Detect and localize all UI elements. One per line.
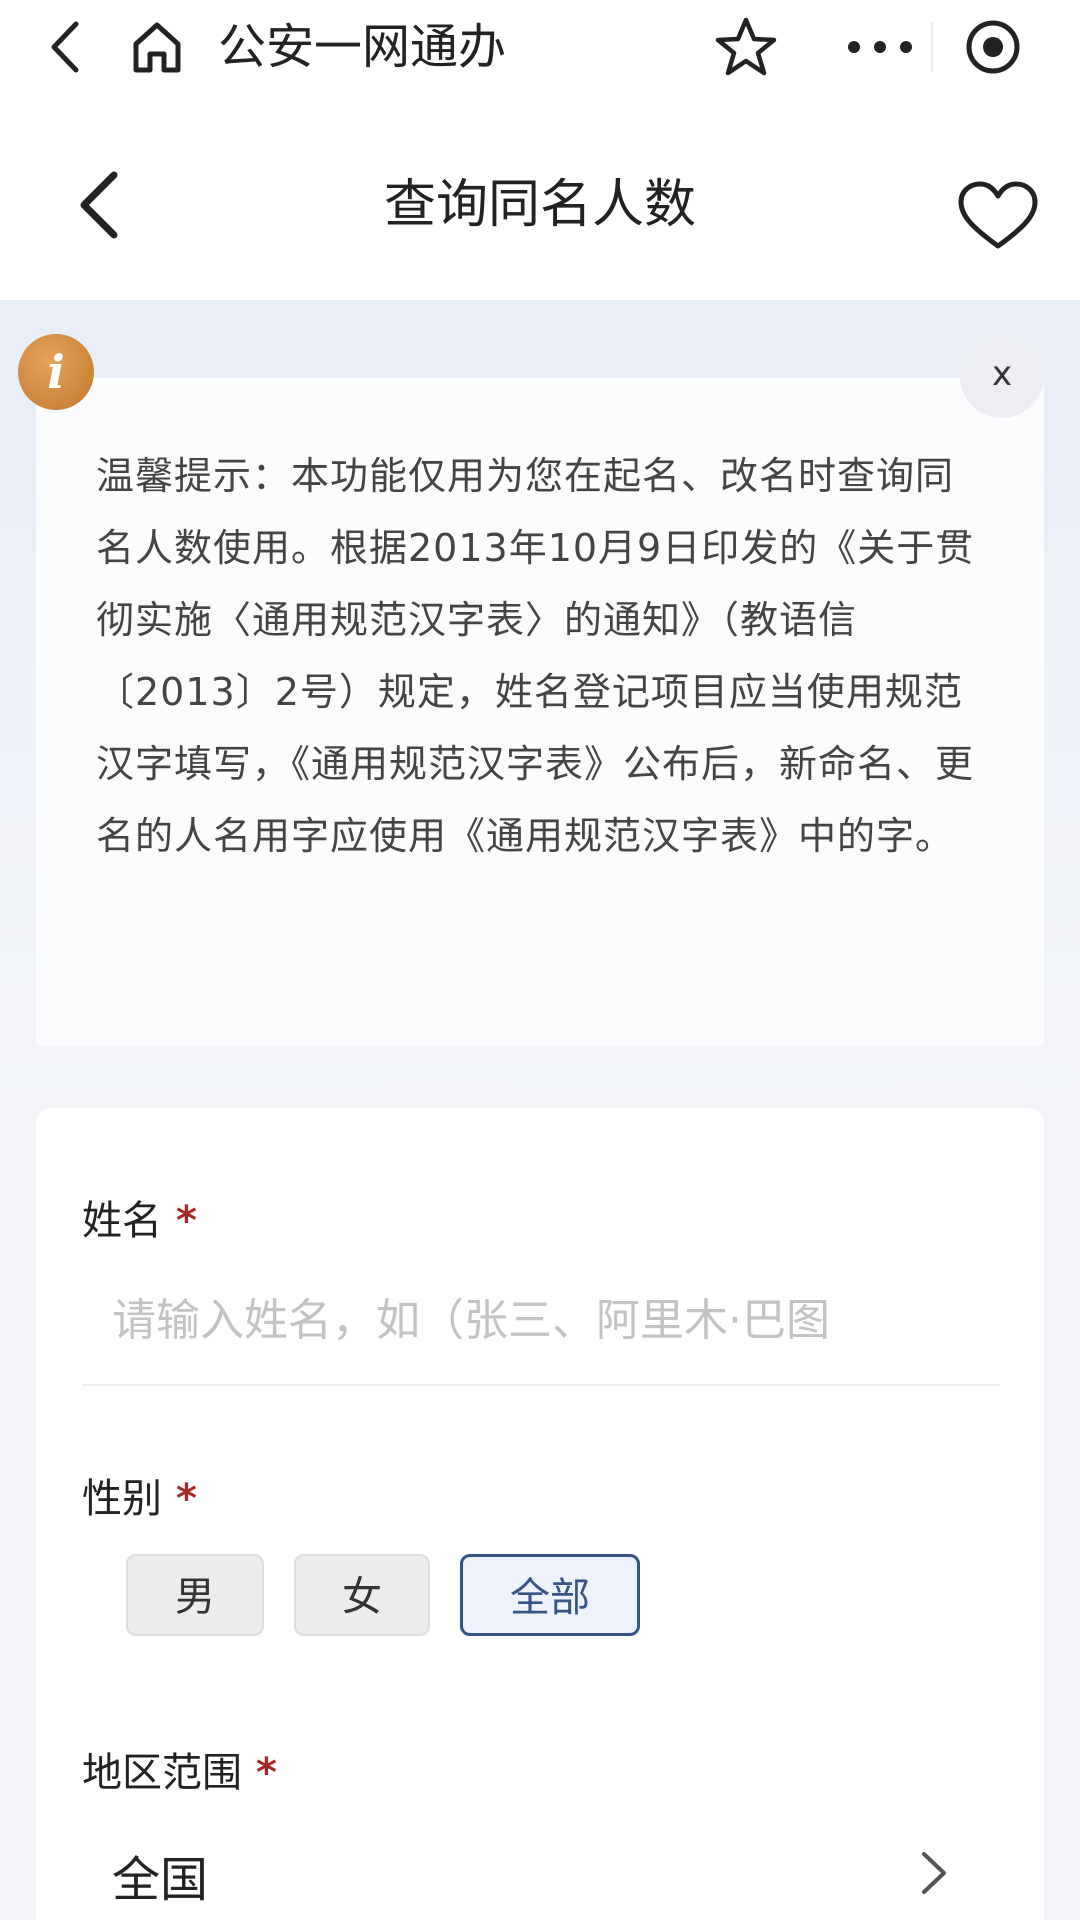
required-mark: * — [256, 1750, 277, 1796]
page-title: 查询同名人数 — [383, 175, 696, 235]
region-field-label: 地区范围 * — [82, 1740, 277, 1798]
name-field-divider — [82, 1384, 1000, 1386]
region-select-value[interactable]: 全国 — [112, 1840, 208, 1910]
required-mark: * — [176, 1198, 197, 1244]
more-dots-icon[interactable] — [840, 12, 920, 82]
back-arrow-icon[interactable] — [30, 12, 100, 82]
required-mark: * — [176, 1476, 197, 1522]
gender-label-text: 性别 — [82, 1476, 162, 1522]
star-icon[interactable] — [708, 10, 784, 86]
chevron-right-icon[interactable] — [916, 1848, 952, 1898]
notice-text: 温馨提示：本功能仅用为您在起名、改名时查询同名人数使用。根据2013年10月9日… — [96, 454, 975, 858]
target-icon[interactable] — [958, 12, 1028, 82]
back-chevron-icon[interactable] — [60, 165, 140, 245]
gender-option-male[interactable]: 男 — [126, 1554, 264, 1636]
close-notice-button[interactable]: x — [960, 334, 1044, 418]
info-icon-glyph: i — [47, 345, 65, 399]
gender-option-all[interactable]: 全部 — [460, 1554, 640, 1636]
name-field-label: 姓名 * — [82, 1188, 197, 1246]
heart-icon[interactable] — [955, 178, 1041, 254]
name-input[interactable] — [96, 1280, 1028, 1360]
region-label-text: 地区范围 — [82, 1750, 242, 1796]
gender-field-label: 性别 * — [82, 1466, 197, 1524]
toolbar-divider — [931, 22, 933, 72]
name-label-text: 姓名 — [82, 1198, 162, 1244]
info-icon: i — [18, 334, 94, 410]
home-icon[interactable] — [122, 12, 192, 82]
app-title: 公安一网通办 — [218, 19, 507, 75]
gender-option-female[interactable]: 女 — [294, 1554, 430, 1636]
